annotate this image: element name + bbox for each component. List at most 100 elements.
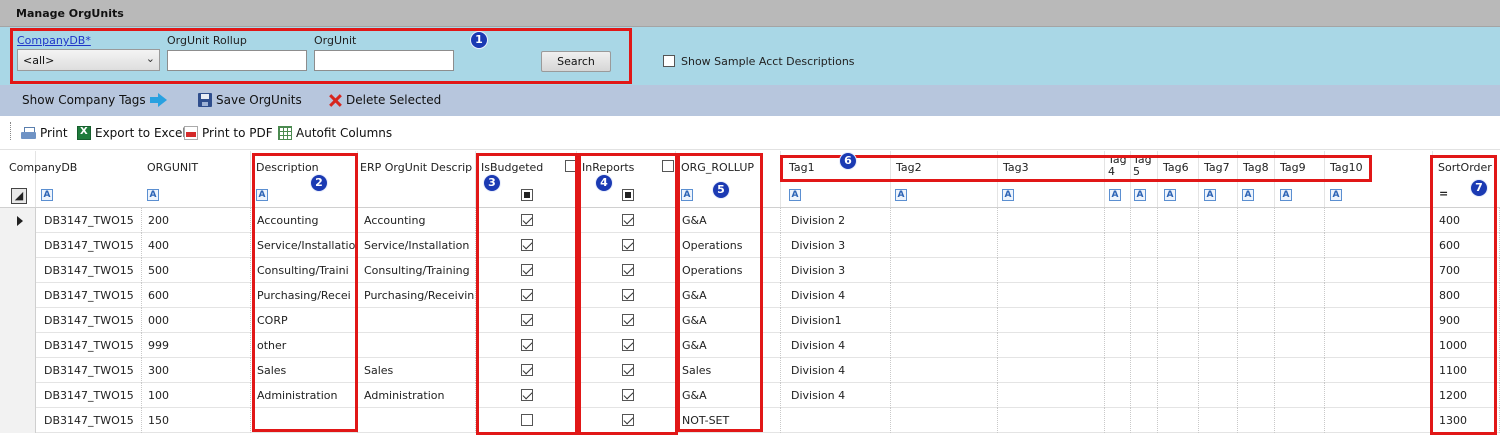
cell-tag2[interactable] bbox=[891, 383, 998, 408]
cell-orgunit[interactable]: 000 bbox=[142, 308, 251, 333]
filter-icon[interactable]: A bbox=[1330, 189, 1342, 201]
filter-icon[interactable]: A bbox=[1204, 189, 1216, 201]
autofit-columns-button[interactable]: Autofit Columns bbox=[278, 126, 392, 140]
table-row[interactable]: DB3147_TWO15 999 other G&A Division 4 1000 bbox=[0, 333, 1500, 358]
cell-tag6[interactable] bbox=[1158, 383, 1199, 408]
cell-erp-desc[interactable]: Administration bbox=[358, 383, 476, 408]
orgunit-input[interactable] bbox=[314, 50, 454, 71]
cell-orgunit[interactable]: 999 bbox=[142, 333, 251, 358]
cell-tag3[interactable] bbox=[998, 258, 1105, 283]
filter-icon[interactable]: A bbox=[895, 189, 907, 201]
cell-tag1[interactable]: Division 4 bbox=[781, 333, 891, 358]
cell-companydb[interactable]: DB3147_TWO15 bbox=[36, 208, 142, 233]
cell-erp-desc[interactable] bbox=[358, 408, 476, 433]
cell-companydb[interactable]: DB3147_TWO15 bbox=[36, 333, 142, 358]
cell-org-rollup[interactable]: Sales bbox=[676, 358, 781, 383]
row-selector[interactable] bbox=[0, 333, 36, 358]
inreports-checkbox[interactable] bbox=[622, 364, 634, 376]
cell-tag1[interactable]: Division 4 bbox=[781, 383, 891, 408]
inreports-checkbox[interactable] bbox=[622, 414, 634, 426]
toolbar-grip[interactable] bbox=[10, 122, 12, 140]
cell-tag7[interactable] bbox=[1199, 333, 1238, 358]
cell-tag8[interactable] bbox=[1238, 383, 1275, 408]
cell-tag5[interactable] bbox=[1131, 408, 1158, 433]
cell-tag3[interactable] bbox=[998, 383, 1105, 408]
cell-tag4[interactable] bbox=[1105, 333, 1131, 358]
cell-tag8[interactable] bbox=[1238, 258, 1275, 283]
filter-icon[interactable]: A bbox=[789, 189, 801, 201]
cell-sortorder[interactable]: 400 bbox=[1433, 208, 1500, 233]
cell-sortorder[interactable]: 900 bbox=[1433, 308, 1500, 333]
cell-description[interactable]: Service/Installatio bbox=[251, 233, 358, 258]
cell-tag10[interactable] bbox=[1325, 208, 1433, 233]
cell-tag2[interactable] bbox=[891, 358, 998, 383]
cell-tag4[interactable] bbox=[1105, 358, 1131, 383]
current-row-indicator[interactable] bbox=[0, 208, 36, 233]
cell-tag3[interactable] bbox=[998, 283, 1105, 308]
cell-tag1[interactable]: Division 4 bbox=[781, 283, 891, 308]
isbudgeted-checkbox[interactable] bbox=[521, 264, 533, 276]
cell-tag4[interactable] bbox=[1105, 233, 1131, 258]
cell-companydb[interactable]: DB3147_TWO15 bbox=[36, 283, 142, 308]
cell-erp-desc[interactable] bbox=[358, 333, 476, 358]
table-row[interactable]: DB3147_TWO15 300 Sales Sales Sales Division 4… bbox=[0, 358, 1500, 383]
cell-org-rollup[interactable]: G&A bbox=[676, 383, 781, 408]
cell-tag7[interactable] bbox=[1199, 383, 1238, 408]
row-selector[interactable] bbox=[0, 408, 36, 433]
cell-tag10[interactable] bbox=[1325, 383, 1433, 408]
cell-tag7[interactable] bbox=[1199, 283, 1238, 308]
cell-tag10[interactable] bbox=[1325, 283, 1433, 308]
cell-org-rollup[interactable]: G&A bbox=[676, 333, 781, 358]
filter-icon[interactable]: A bbox=[1109, 189, 1121, 201]
row-selector[interactable] bbox=[0, 383, 36, 408]
cell-tag4[interactable] bbox=[1105, 408, 1131, 433]
table-row[interactable]: DB3147_TWO15 400 Service/Installatio Servic… bbox=[0, 233, 1500, 258]
cell-description[interactable]: Accounting bbox=[251, 208, 358, 233]
inreports-checkbox[interactable] bbox=[622, 339, 634, 351]
filter-icon[interactable]: A bbox=[1242, 189, 1254, 201]
cell-org-rollup[interactable]: G&A bbox=[676, 283, 781, 308]
cell-erp-desc[interactable] bbox=[358, 308, 476, 333]
cell-tag5[interactable] bbox=[1131, 308, 1158, 333]
cell-tag2[interactable] bbox=[891, 233, 998, 258]
cell-tag8[interactable] bbox=[1238, 333, 1275, 358]
cell-tag5[interactable] bbox=[1131, 333, 1158, 358]
cell-erp-desc[interactable]: Consulting/Training bbox=[358, 258, 476, 283]
inreports-checkbox[interactable] bbox=[622, 314, 634, 326]
cell-tag5[interactable] bbox=[1131, 208, 1158, 233]
column-header-orgunit[interactable]: ORGUNIT A bbox=[142, 151, 251, 207]
cell-tag7[interactable] bbox=[1199, 233, 1238, 258]
cell-tag2[interactable] bbox=[891, 283, 998, 308]
row-selector[interactable] bbox=[0, 283, 36, 308]
column-header-tag2[interactable]: Tag2 A bbox=[891, 151, 998, 207]
cell-tag10[interactable] bbox=[1325, 358, 1433, 383]
isbudgeted-checkbox[interactable] bbox=[521, 389, 533, 401]
cell-tag6[interactable] bbox=[1158, 258, 1199, 283]
column-header-sortorder[interactable]: SortOrder = bbox=[1433, 151, 1500, 207]
filter-icon[interactable]: A bbox=[1164, 189, 1176, 201]
row-selector[interactable] bbox=[0, 233, 36, 258]
cell-tag9[interactable] bbox=[1275, 408, 1325, 433]
cell-description[interactable]: Consulting/Traini bbox=[251, 258, 358, 283]
cell-tag5[interactable] bbox=[1131, 283, 1158, 308]
cell-tag1[interactable]: Division 3 bbox=[781, 233, 891, 258]
table-row[interactable]: DB3147_TWO15 100 Administration Administrat… bbox=[0, 383, 1500, 408]
cell-tag5[interactable] bbox=[1131, 383, 1158, 408]
cell-tag8[interactable] bbox=[1238, 358, 1275, 383]
cell-orgunit[interactable]: 400 bbox=[142, 233, 251, 258]
cell-erp-desc[interactable]: Accounting bbox=[358, 208, 476, 233]
cell-tag8[interactable] bbox=[1238, 208, 1275, 233]
cell-tag8[interactable] bbox=[1238, 408, 1275, 433]
cell-tag6[interactable] bbox=[1158, 358, 1199, 383]
cell-sortorder[interactable]: 600 bbox=[1433, 233, 1500, 258]
cell-description[interactable]: Administration bbox=[251, 383, 358, 408]
cell-tag7[interactable] bbox=[1199, 208, 1238, 233]
cell-tag2[interactable] bbox=[891, 333, 998, 358]
row-selector[interactable] bbox=[0, 358, 36, 383]
cell-description[interactable]: Sales bbox=[251, 358, 358, 383]
cell-tag7[interactable] bbox=[1199, 308, 1238, 333]
cell-tag6[interactable] bbox=[1158, 283, 1199, 308]
table-row[interactable]: DB3147_TWO15 600 Purchasing/Recei Purchasin… bbox=[0, 283, 1500, 308]
cell-tag4[interactable] bbox=[1105, 308, 1131, 333]
isbudgeted-checkbox[interactable] bbox=[521, 239, 533, 251]
